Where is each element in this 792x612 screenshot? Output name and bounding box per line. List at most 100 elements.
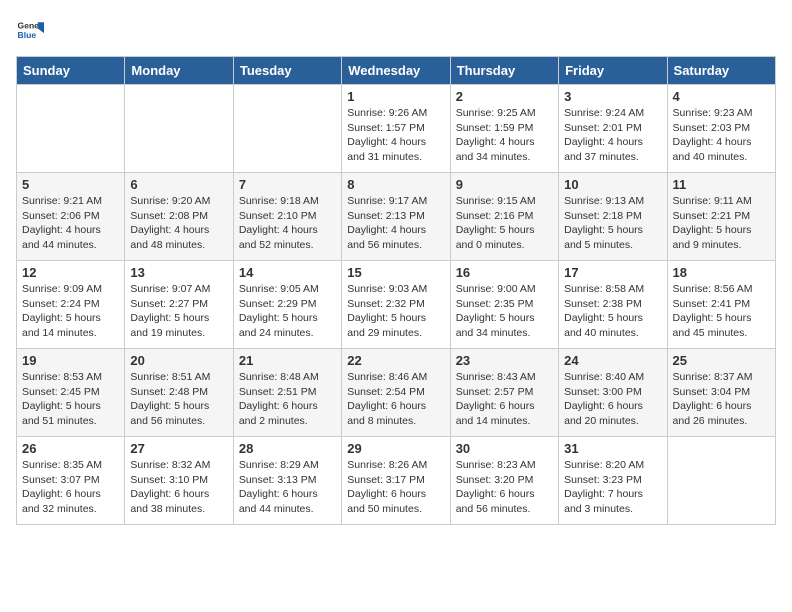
week-row-2: 5 Sunrise: 9:21 AM Sunset: 2:06 PM Daylig… (17, 173, 776, 261)
day-detail: Sunrise: 9:17 AM Sunset: 2:13 PM Dayligh… (347, 194, 444, 253)
day-detail: Sunrise: 8:58 AM Sunset: 2:38 PM Dayligh… (564, 282, 661, 341)
day-detail: Sunrise: 9:23 AM Sunset: 2:03 PM Dayligh… (673, 106, 770, 165)
calendar-cell: 25 Sunrise: 8:37 AM Sunset: 3:04 PM Dayli… (667, 349, 775, 437)
calendar-cell: 4 Sunrise: 9:23 AM Sunset: 2:03 PM Daylig… (667, 85, 775, 173)
day-detail: Sunrise: 8:37 AM Sunset: 3:04 PM Dayligh… (673, 370, 770, 429)
weekday-header-sunday: Sunday (17, 57, 125, 85)
calendar-cell: 8 Sunrise: 9:17 AM Sunset: 2:13 PM Daylig… (342, 173, 450, 261)
calendar-cell: 1Sunrise: 9:26 AM Sunset: 1:57 PM Daylig… (342, 85, 450, 173)
day-number: 10 (564, 177, 661, 192)
day-number: 19 (22, 353, 119, 368)
calendar-cell: 13Sunrise: 9:07 AM Sunset: 2:27 PM Dayli… (125, 261, 233, 349)
day-number: 13 (130, 265, 227, 280)
day-detail: Sunrise: 8:40 AM Sunset: 3:00 PM Dayligh… (564, 370, 661, 429)
calendar-cell: 7 Sunrise: 9:18 AM Sunset: 2:10 PM Daylig… (233, 173, 341, 261)
calendar-cell: 5 Sunrise: 9:21 AM Sunset: 2:06 PM Daylig… (17, 173, 125, 261)
day-number: 25 (673, 353, 770, 368)
day-number: 30 (456, 441, 553, 456)
calendar-cell (17, 85, 125, 173)
day-detail: Sunrise: 9:13 AM Sunset: 2:18 PM Dayligh… (564, 194, 661, 253)
calendar-cell: 24 Sunrise: 8:40 AM Sunset: 3:00 PM Dayli… (559, 349, 667, 437)
day-number: 24 (564, 353, 661, 368)
day-detail: Sunrise: 8:32 AM Sunset: 3:10 PM Dayligh… (130, 458, 227, 517)
calendar-cell: 22 Sunrise: 8:46 AM Sunset: 2:54 PM Dayli… (342, 349, 450, 437)
day-detail: Sunrise: 9:05 AM Sunset: 2:29 PM Dayligh… (239, 282, 336, 341)
weekday-header-friday: Friday (559, 57, 667, 85)
calendar-cell: 23Sunrise: 8:43 AM Sunset: 2:57 PM Dayli… (450, 349, 558, 437)
calendar-cell: 10 Sunrise: 9:13 AM Sunset: 2:18 PM Dayli… (559, 173, 667, 261)
day-detail: Sunrise: 9:21 AM Sunset: 2:06 PM Dayligh… (22, 194, 119, 253)
day-detail: Sunrise: 9:09 AM Sunset: 2:24 PM Dayligh… (22, 282, 119, 341)
day-detail: Sunrise: 9:24 AM Sunset: 2:01 PM Dayligh… (564, 106, 661, 165)
day-detail: Sunrise: 9:25 AM Sunset: 1:59 PM Dayligh… (456, 106, 553, 165)
day-number: 14 (239, 265, 336, 280)
weekday-header-row: SundayMondayTuesdayWednesdayThursdayFrid… (17, 57, 776, 85)
calendar-cell: 20 Sunrise: 8:51 AM Sunset: 2:48 PM Dayli… (125, 349, 233, 437)
day-number: 2 (456, 89, 553, 104)
calendar-cell: 30 Sunrise: 8:23 AM Sunset: 3:20 PM Dayli… (450, 437, 558, 525)
weekday-header-tuesday: Tuesday (233, 57, 341, 85)
day-number: 28 (239, 441, 336, 456)
day-number: 12 (22, 265, 119, 280)
week-row-3: 12 Sunrise: 9:09 AM Sunset: 2:24 PM Dayli… (17, 261, 776, 349)
header: General Blue (16, 16, 776, 44)
day-number: 8 (347, 177, 444, 192)
day-detail: Sunrise: 9:26 AM Sunset: 1:57 PM Dayligh… (347, 106, 444, 165)
day-detail: Sunrise: 9:03 AM Sunset: 2:32 PM Dayligh… (347, 282, 444, 341)
calendar-cell: 29Sunrise: 8:26 AM Sunset: 3:17 PM Dayli… (342, 437, 450, 525)
calendar-cell: 9Sunrise: 9:15 AM Sunset: 2:16 PM Daylig… (450, 173, 558, 261)
calendar-cell: 19Sunrise: 8:53 AM Sunset: 2:45 PM Dayli… (17, 349, 125, 437)
weekday-header-monday: Monday (125, 57, 233, 85)
day-detail: Sunrise: 8:29 AM Sunset: 3:13 PM Dayligh… (239, 458, 336, 517)
day-number: 18 (673, 265, 770, 280)
calendar-cell: 15Sunrise: 9:03 AM Sunset: 2:32 PM Dayli… (342, 261, 450, 349)
day-detail: Sunrise: 8:23 AM Sunset: 3:20 PM Dayligh… (456, 458, 553, 517)
calendar-cell: 3 Sunrise: 9:24 AM Sunset: 2:01 PM Daylig… (559, 85, 667, 173)
week-row-4: 19Sunrise: 8:53 AM Sunset: 2:45 PM Dayli… (17, 349, 776, 437)
calendar-cell (667, 437, 775, 525)
day-number: 27 (130, 441, 227, 456)
calendar-cell: 16Sunrise: 9:00 AM Sunset: 2:35 PM Dayli… (450, 261, 558, 349)
calendar-cell (125, 85, 233, 173)
day-detail: Sunrise: 9:18 AM Sunset: 2:10 PM Dayligh… (239, 194, 336, 253)
day-number: 31 (564, 441, 661, 456)
calendar-cell: 12 Sunrise: 9:09 AM Sunset: 2:24 PM Dayli… (17, 261, 125, 349)
calendar-cell: 14 Sunrise: 9:05 AM Sunset: 2:29 PM Dayli… (233, 261, 341, 349)
day-number: 23 (456, 353, 553, 368)
weekday-header-saturday: Saturday (667, 57, 775, 85)
week-row-5: 26 Sunrise: 8:35 AM Sunset: 3:07 PM Dayli… (17, 437, 776, 525)
weekday-header-wednesday: Wednesday (342, 57, 450, 85)
day-detail: Sunrise: 8:35 AM Sunset: 3:07 PM Dayligh… (22, 458, 119, 517)
calendar-table: SundayMondayTuesdayWednesdayThursdayFrid… (16, 56, 776, 525)
day-number: 6 (130, 177, 227, 192)
day-detail: Sunrise: 8:51 AM Sunset: 2:48 PM Dayligh… (130, 370, 227, 429)
calendar-cell: 6 Sunrise: 9:20 AM Sunset: 2:08 PM Daylig… (125, 173, 233, 261)
day-number: 4 (673, 89, 770, 104)
day-detail: Sunrise: 8:46 AM Sunset: 2:54 PM Dayligh… (347, 370, 444, 429)
calendar-cell: 17 Sunrise: 8:58 AM Sunset: 2:38 PM Dayli… (559, 261, 667, 349)
day-detail: Sunrise: 9:11 AM Sunset: 2:21 PM Dayligh… (673, 194, 770, 253)
day-detail: Sunrise: 9:20 AM Sunset: 2:08 PM Dayligh… (130, 194, 227, 253)
calendar-cell: 27 Sunrise: 8:32 AM Sunset: 3:10 PM Dayli… (125, 437, 233, 525)
day-number: 11 (673, 177, 770, 192)
day-detail: Sunrise: 8:20 AM Sunset: 3:23 PM Dayligh… (564, 458, 661, 517)
day-number: 26 (22, 441, 119, 456)
day-number: 20 (130, 353, 227, 368)
svg-text:Blue: Blue (18, 30, 37, 40)
day-number: 17 (564, 265, 661, 280)
day-number: 3 (564, 89, 661, 104)
calendar-cell: 2 Sunrise: 9:25 AM Sunset: 1:59 PM Daylig… (450, 85, 558, 173)
day-detail: Sunrise: 8:48 AM Sunset: 2:51 PM Dayligh… (239, 370, 336, 429)
day-number: 5 (22, 177, 119, 192)
calendar-cell: 11 Sunrise: 9:11 AM Sunset: 2:21 PM Dayli… (667, 173, 775, 261)
calendar-cell: 26 Sunrise: 8:35 AM Sunset: 3:07 PM Dayli… (17, 437, 125, 525)
calendar-cell (233, 85, 341, 173)
day-detail: Sunrise: 8:26 AM Sunset: 3:17 PM Dayligh… (347, 458, 444, 517)
day-detail: Sunrise: 8:56 AM Sunset: 2:41 PM Dayligh… (673, 282, 770, 341)
calendar-cell: 18 Sunrise: 8:56 AM Sunset: 2:41 PM Dayli… (667, 261, 775, 349)
weekday-header-thursday: Thursday (450, 57, 558, 85)
day-number: 21 (239, 353, 336, 368)
day-number: 7 (239, 177, 336, 192)
day-number: 22 (347, 353, 444, 368)
day-number: 9 (456, 177, 553, 192)
